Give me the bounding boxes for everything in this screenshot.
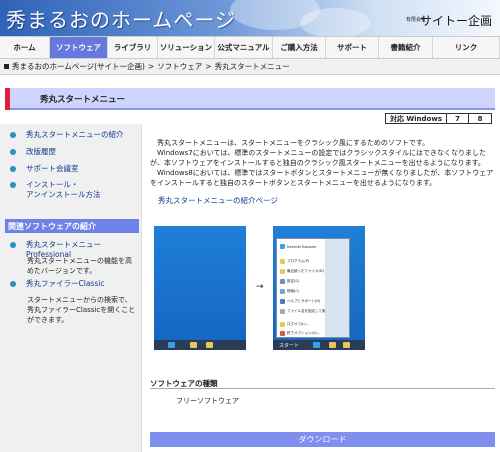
folder-icon — [206, 342, 213, 348]
company-logo: 有限会社 サイトー企画 — [406, 12, 492, 29]
start-button-label: スタート — [279, 343, 300, 349]
taskbar — [154, 340, 246, 350]
nav-software[interactable]: ソフトウェア — [50, 37, 108, 58]
breadcrumb-square-icon — [4, 64, 9, 69]
menu-item-label: プログラム(P) — [287, 259, 310, 263]
bullet-icon — [10, 242, 16, 248]
menu-item: Internet Explorer — [280, 244, 317, 249]
sidebar-link-label: インストール・ アンインストール方法 — [26, 180, 101, 199]
settings-icon — [280, 279, 285, 284]
compat-table: 対応 Windows 7 8 — [385, 113, 492, 124]
menu-item: 設定(S) — [280, 279, 299, 284]
menu-item: プログラム(P) — [280, 259, 309, 264]
search-icon — [280, 289, 285, 294]
breadcrumb-home[interactable]: 秀まるおのホームページ(サイトー企画) — [12, 61, 145, 72]
sidebar-link-label: 秀丸スタートメニューの紹介 — [26, 130, 124, 139]
sidebar-link-filer[interactable]: 秀丸ファイラーClassic — [10, 279, 104, 289]
menu-item: 終了オプション(U)... — [280, 331, 320, 336]
site-banner: 秀まるおのホームページ 有限会社 サイトー企画 — [0, 0, 500, 36]
breadcrumb-software[interactable]: ソフトウェア — [157, 61, 202, 72]
cloud-decoration — [300, 8, 370, 36]
related-description: 秀丸スタートメニューの機能を高めたバージョンです。 — [27, 257, 132, 275]
menu-item-label: 最近使ったファイル(D) — [287, 269, 324, 273]
ie-icon — [168, 342, 175, 348]
sidebar-link-install[interactable]: インストール・ アンインストール方法 — [10, 180, 101, 200]
nav-books[interactable]: 書籍紹介 — [379, 37, 433, 58]
menu-item-label: ログオフ(L)... — [287, 322, 310, 326]
folder-icon — [329, 342, 336, 348]
main-nav: ホーム ソフトウェア ライブラリ ソリューション 公式マニュアル ご購入方法 サ… — [0, 36, 500, 59]
bullet-icon — [10, 149, 16, 155]
breadcrumb-separator: > — [205, 62, 212, 71]
bullet-icon — [10, 166, 16, 172]
folder-icon — [280, 269, 285, 274]
nav-manual[interactable]: 公式マニュアル — [215, 37, 273, 58]
folder-icon — [190, 342, 197, 348]
sidebar-link-label: サポート会議室 — [26, 164, 79, 173]
help-icon — [280, 299, 285, 304]
start-menu-list: Internet Explorer プログラム(P) 最近使ったファイル(D) … — [277, 239, 337, 337]
taskbar: スタート — [273, 340, 365, 350]
nav-library[interactable]: ライブラリ — [108, 37, 158, 58]
power-icon — [280, 331, 285, 336]
sidebar-link-label: 改版履歴 — [26, 147, 56, 156]
breadcrumb: 秀まるおのホームページ(サイトー企画) > ソフトウェア > 秀丸スタートメニュ… — [0, 59, 500, 75]
menu-item: 最近使ったファイル(D) — [280, 269, 324, 274]
arrow-icon: → — [256, 282, 264, 292]
screenshot-after: Internet Explorer プログラム(P) 最近使ったファイル(D) … — [273, 226, 365, 350]
sidebar-link-intro[interactable]: 秀丸スタートメニューの紹介 — [10, 130, 124, 140]
intro-page-link[interactable]: 秀丸スタートメニューの紹介ページ — [158, 195, 278, 206]
compat-version: 7 — [447, 114, 469, 123]
sidebar-link-label: 秀丸ファイラーClassic — [26, 279, 105, 288]
divider — [150, 388, 495, 389]
logoff-icon — [280, 322, 285, 327]
nav-support[interactable]: サポート — [326, 37, 379, 58]
menu-item-label: ヘルプとサポート(H) — [287, 299, 321, 303]
download-button[interactable]: ダウンロード — [150, 432, 495, 447]
sidebar: 秀丸スタートメニューの紹介 改版履歴 サポート会議室 インストール・ アンインス… — [0, 124, 142, 452]
company-prefix: 有限会社 — [405, 17, 426, 23]
description-paragraph: Windows8においては、標準ではスタートボタンとスタートメニューが無くなりま… — [150, 169, 494, 187]
start-menu-preview: Internet Explorer プログラム(P) 最近使ったファイル(D) … — [276, 238, 350, 338]
run-icon — [280, 309, 285, 314]
menu-item-label: 設定(S) — [287, 279, 299, 283]
breadcrumb-separator: > — [147, 62, 155, 71]
breadcrumb-current: 秀丸スタートメニュー — [214, 62, 290, 71]
page-title: 秀丸スタートメニュー — [40, 95, 126, 105]
folder-icon — [280, 259, 285, 264]
software-type-value: フリーソフトウェア — [176, 397, 239, 405]
menu-item: 検索(C) — [280, 289, 299, 294]
related-description: スタートメニューからの検索で、秀丸ファイラーClassicを開くことができます。 — [27, 296, 136, 324]
menu-item: ヘルプとサポート(H) — [280, 299, 320, 304]
nav-home[interactable]: ホーム — [0, 37, 50, 58]
folder-icon — [343, 342, 350, 348]
menu-item-label: 検索(C) — [287, 289, 300, 293]
description: 秀丸スタートメニューは、スタートメニューをクラシック風にするためのソフトです。 … — [150, 138, 495, 188]
company-name: サイトー企画 — [419, 14, 492, 28]
bullet-icon — [10, 132, 16, 138]
description-paragraph: 秀丸スタートメニューは、スタートメニューをクラシック風にするためのソフトです。 … — [150, 139, 486, 167]
compat-version: 8 — [477, 114, 483, 123]
ie-icon — [280, 244, 285, 249]
screenshot-before — [154, 226, 246, 350]
page-title-band: 秀丸スタートメニュー — [5, 88, 495, 110]
bullet-icon — [10, 182, 16, 188]
nav-solution[interactable]: ソリューション — [158, 37, 215, 58]
sidebar-link-history[interactable]: 改版履歴 — [10, 147, 56, 157]
menu-item-label: Internet Explorer — [287, 244, 317, 249]
bullet-icon — [10, 281, 16, 287]
sidebar-link-forum[interactable]: サポート会議室 — [10, 164, 79, 174]
related-software-heading: 関連ソフトウェアの紹介 — [5, 219, 139, 233]
nav-purchase[interactable]: ご購入方法 — [273, 37, 326, 58]
nav-links[interactable]: リンク — [433, 37, 500, 58]
compat-label: 対応 Windows — [386, 114, 447, 123]
ie-icon — [313, 342, 320, 348]
menu-item-label: 終了オプション(U)... — [287, 331, 321, 335]
menu-item: ログオフ(L)... — [280, 322, 309, 327]
start-menu-side-panel — [325, 239, 349, 337]
site-title[interactable]: 秀まるおのホームページ — [6, 4, 236, 33]
